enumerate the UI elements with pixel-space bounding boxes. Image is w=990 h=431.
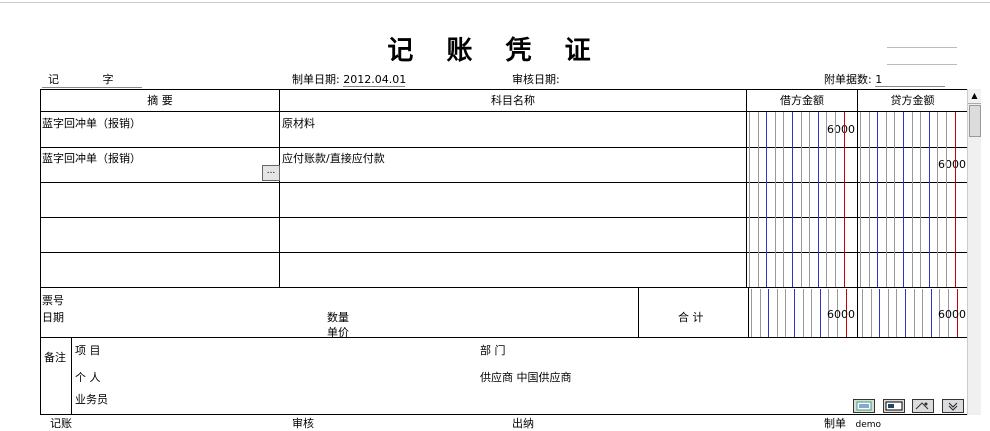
- supplier-label: 供应商: [480, 371, 513, 384]
- maker-label: 制单: [824, 417, 846, 430]
- voucher-char: 字: [102, 73, 114, 86]
- supplier-value: 中国供应商: [516, 371, 572, 384]
- right-decor-line: [887, 64, 957, 65]
- window-top-border: [0, 2, 990, 3]
- remarks-label: 备注: [44, 351, 66, 364]
- unit-label: 单价: [327, 326, 349, 339]
- amount-digit-line: [946, 112, 947, 287]
- amount-digit-line: [800, 112, 802, 287]
- amount-digit-line: [885, 112, 887, 287]
- bookkeeper-label: 记账: [50, 417, 72, 430]
- amount-digit-line: [843, 112, 845, 287]
- card-icon[interactable]: [883, 399, 905, 413]
- row-summary[interactable]: 蓝字回冲单（报销）: [42, 150, 141, 166]
- remarks-border: [40, 338, 41, 415]
- list-icon[interactable]: [853, 399, 875, 413]
- amount-digit-line: [817, 112, 819, 287]
- pattern-icon[interactable]: [912, 399, 934, 413]
- voucher-word: 记: [48, 73, 59, 86]
- maker: 制单 demo: [824, 415, 881, 431]
- amount-digit-line: [835, 112, 836, 287]
- quantity-label: 数量: [327, 311, 349, 324]
- supplier: 供应商 中国供应商: [480, 369, 572, 385]
- amount-digit-line: [911, 112, 913, 287]
- dept-label: 部 门: [480, 344, 506, 357]
- table-border: [40, 147, 968, 148]
- remarks-border: [71, 338, 72, 415]
- amount-digit-line: [766, 112, 768, 287]
- table-border: [40, 287, 968, 288]
- amount-digit-line: [749, 112, 750, 287]
- salesman-label: 业务员: [75, 393, 108, 406]
- voucher-type[interactable]: 记 字: [42, 71, 142, 88]
- table-border: [748, 287, 749, 338]
- table-border: [40, 89, 41, 337]
- scroll-up-icon[interactable]: ▲: [968, 89, 981, 104]
- table-border: [857, 89, 858, 338]
- auditor-label: 审核: [292, 417, 314, 430]
- amount-digit-line: [937, 112, 939, 287]
- amount-digit-line: [954, 112, 956, 287]
- total-label: 合 计: [678, 311, 704, 324]
- table-border: [40, 182, 968, 183]
- total-debit: 6000: [827, 308, 855, 321]
- attach-count: 附单据数: 1: [824, 71, 946, 87]
- total-credit: 6000: [938, 308, 966, 321]
- audit-date-label: 审核日期:: [512, 73, 560, 86]
- date-label: 日期: [42, 311, 64, 324]
- project-label: 项 目: [75, 344, 101, 357]
- person-label: 个 人: [75, 371, 101, 384]
- table-border: [746, 89, 747, 288]
- table-border: [638, 287, 639, 338]
- table-border: [40, 252, 968, 253]
- amount-digit-line: [792, 112, 793, 287]
- make-date: 制单日期: 2012.04.01: [292, 71, 406, 87]
- attach-label: 附单据数:: [824, 73, 872, 86]
- table-border: [279, 89, 280, 288]
- voucher-title: 记 账 凭 证: [387, 36, 603, 66]
- row-summary[interactable]: 蓝字回冲单（报销）: [42, 115, 141, 131]
- col-account-header: 科目名称: [491, 94, 535, 107]
- row-account[interactable]: 原材料: [282, 115, 315, 131]
- amount-digit-line: [826, 112, 828, 287]
- vertical-scrollbar[interactable]: ▲: [967, 89, 981, 415]
- make-date-value[interactable]: 2012.04.01: [343, 73, 406, 87]
- account-ref-button[interactable]: ...: [262, 165, 280, 181]
- ticket-no-label: 票号: [42, 294, 64, 307]
- attach-count-value[interactable]: 1: [875, 73, 946, 87]
- amount-digit-line: [774, 112, 776, 287]
- right-decor-line: [887, 47, 957, 48]
- table-border: [40, 217, 968, 218]
- scroll-thumb[interactable]: [969, 105, 981, 137]
- amount-digit-line: [783, 112, 785, 287]
- make-date-label: 制单日期:: [292, 73, 340, 86]
- col-summary-header: 摘 要: [147, 94, 173, 107]
- col-debit-header: 借方金额: [780, 94, 824, 107]
- table-border: [40, 111, 968, 112]
- maker-name: demo: [855, 420, 882, 430]
- amount-digit-line: [903, 112, 904, 287]
- amount-digit-line: [894, 112, 896, 287]
- col-credit-header: 贷方金额: [890, 94, 935, 107]
- amount-digit-line: [877, 112, 879, 287]
- row-account[interactable]: 应付账款/直接应付款: [282, 150, 385, 166]
- table-border: [40, 337, 968, 338]
- amount-digit-line: [809, 112, 811, 287]
- amount-digit-line: [757, 112, 759, 287]
- amount-digit-line: [928, 112, 930, 287]
- expand-down-icon[interactable]: [942, 399, 964, 413]
- amount-digit-line: [868, 112, 870, 287]
- amount-digit-line: [920, 112, 922, 287]
- cashier-label: 出纳: [512, 417, 534, 430]
- amount-digit-line: [860, 112, 861, 287]
